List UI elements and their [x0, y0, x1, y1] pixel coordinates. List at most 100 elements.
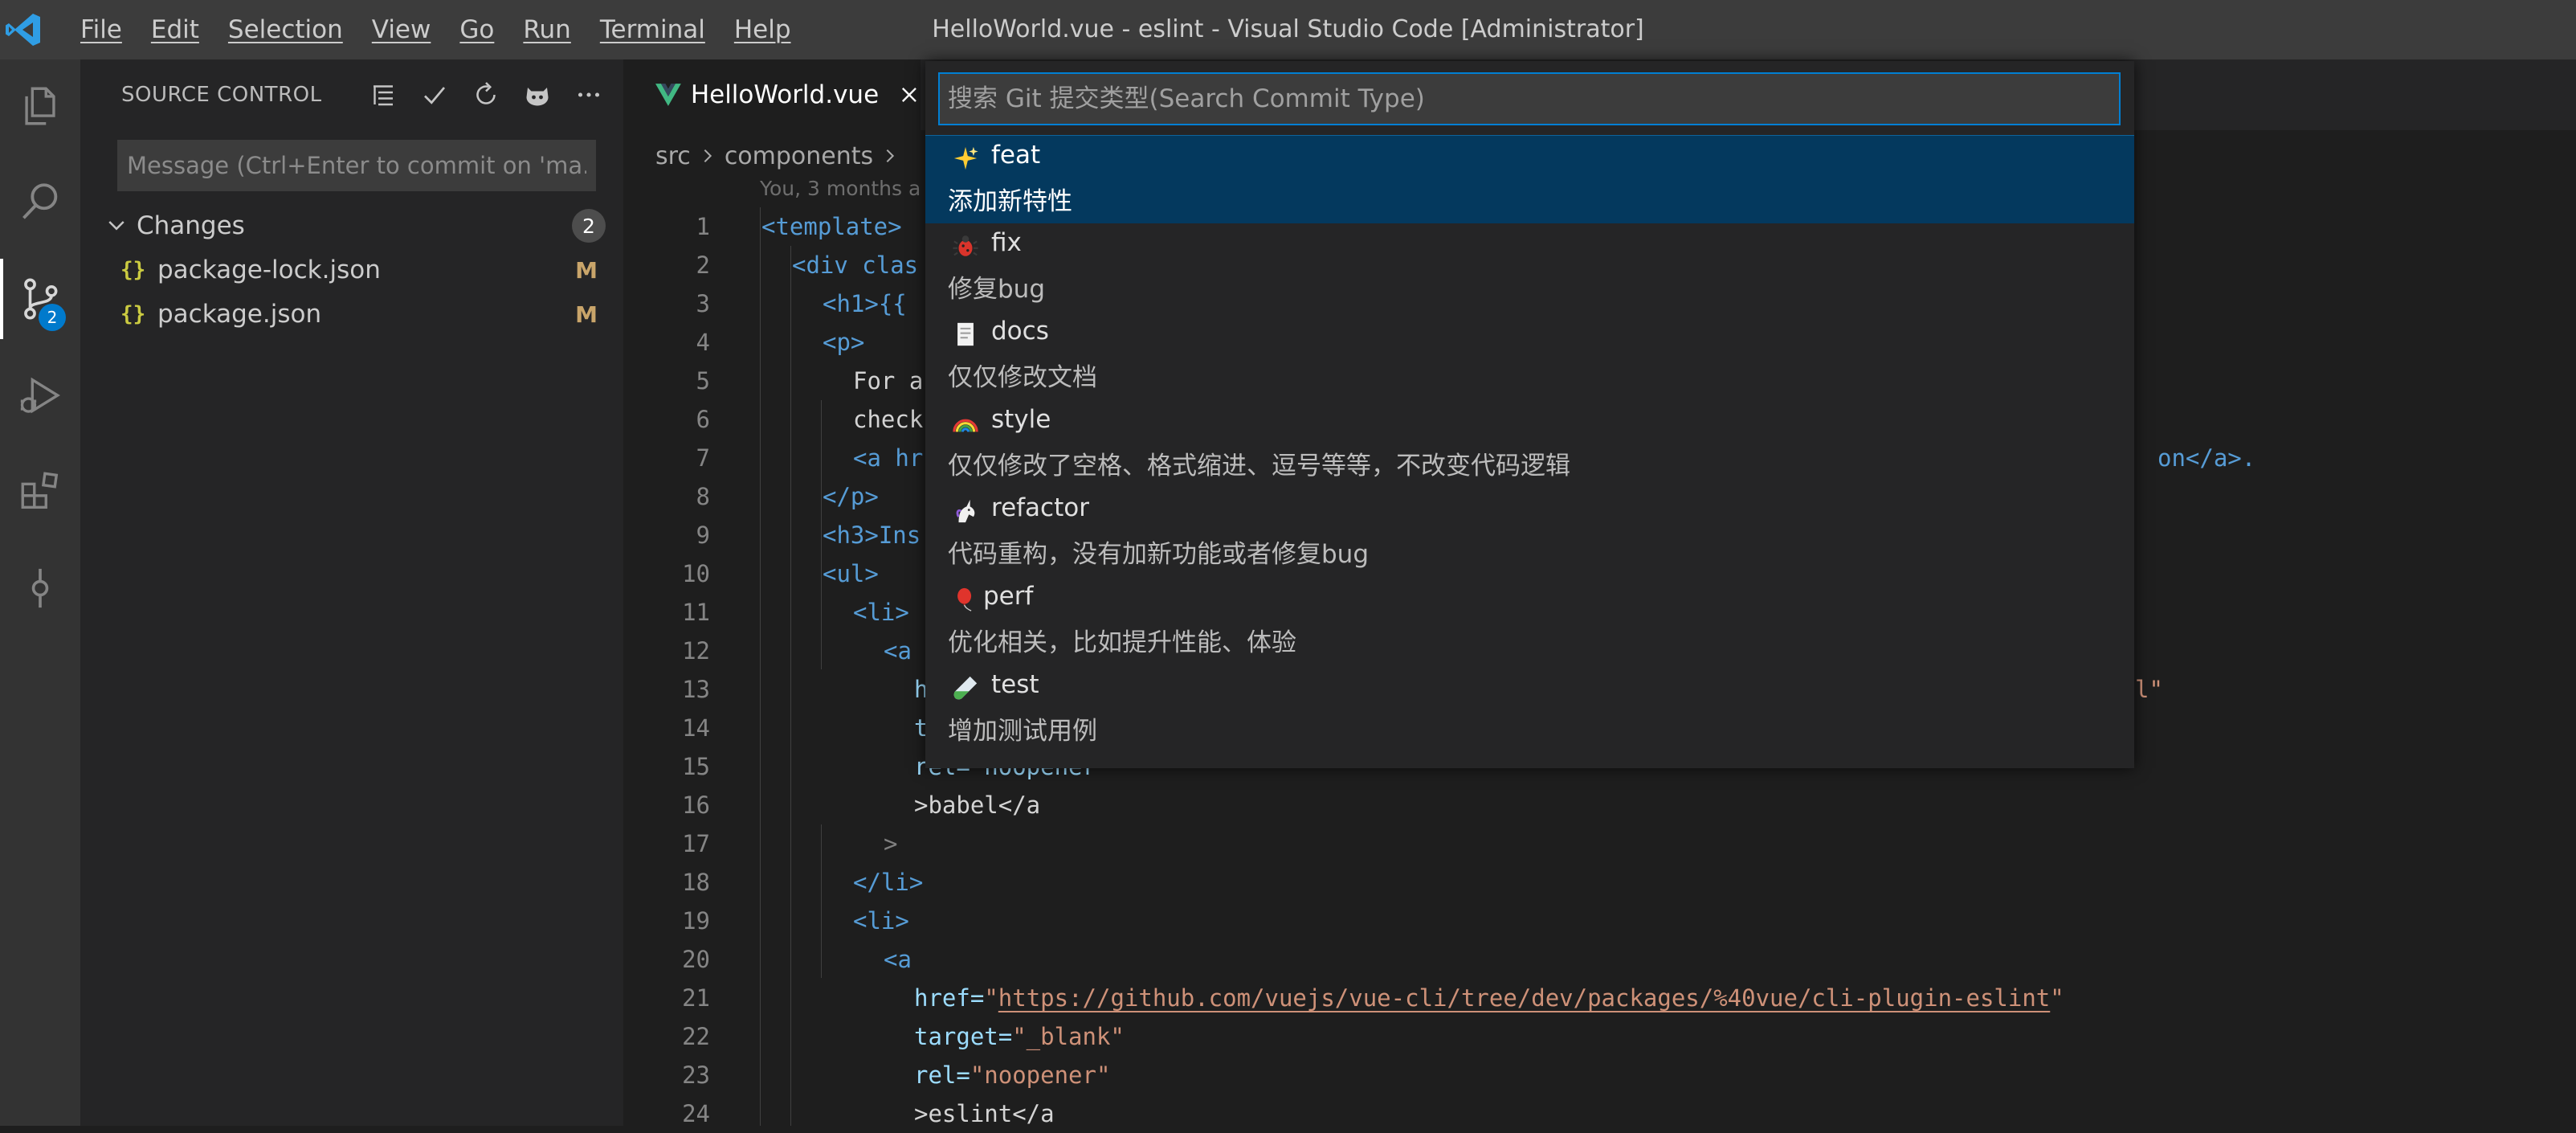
quick-pick-label: refactor	[991, 493, 1089, 522]
quick-pick-item-docs[interactable]: docs 仅仅修改文档	[925, 312, 2134, 400]
activity-source-control[interactable]: 2	[0, 259, 80, 339]
file-name: package.json	[157, 300, 322, 329]
quick-pick-label: test	[991, 670, 1039, 699]
sidebar: SOURCE CONTROL Message (Ctrl+Enter to co…	[80, 59, 623, 1126]
code-line: 22 target="_blank"	[682, 1023, 1125, 1050]
activity-timeline[interactable]	[0, 548, 80, 628]
activity-extensions[interactable]	[0, 452, 80, 532]
quick-pick-description: 代码重构，没有加新功能或者修复bug	[948, 540, 1370, 569]
quick-pick-item-perf[interactable]: perf 优化相关，比如提升性能、体验	[925, 577, 2134, 665]
menu-bar: File Edit Selection View Go Run Terminal…	[66, 0, 806, 59]
menu-run[interactable]: Run	[508, 0, 585, 59]
vue-icon	[655, 84, 681, 106]
changes-label: Changes	[137, 211, 245, 240]
vscode-logo-icon	[6, 14, 40, 46]
code-link[interactable]: https://github.com/vuejs/vue-cli/tree/de…	[998, 984, 2050, 1012]
view-as-tree-icon	[374, 85, 393, 106]
breadcrumb-item-components[interactable]: components	[725, 142, 873, 170]
quick-pick-label: feat	[991, 141, 1041, 170]
code-line: 24 >eslint</a	[682, 1100, 1055, 1127]
search-icon	[22, 183, 58, 219]
quick-pick-label: style	[991, 405, 1051, 434]
code-line: 21 href="https://github.com/vuejs/vue-cli…	[682, 984, 2064, 1012]
menu-help[interactable]: Help	[720, 0, 806, 59]
json-file-icon: {}	[120, 302, 146, 326]
menu-terminal[interactable]: Terminal	[586, 0, 720, 59]
activity-bar: 2	[0, 59, 80, 1126]
git-emoji-icon	[526, 88, 549, 106]
quick-pick-item-style[interactable]: style 仅仅修改了空格、格式缩进、逗号等等，不改变代码逻辑	[925, 400, 2134, 489]
quick-pick-description: 添加新特性	[948, 187, 1072, 216]
quick-pick-description: 优化相关，比如提升性能、体验	[948, 628, 1296, 657]
commit-type-quick-pick: feat 添加新特性 fix 修复bug docs 仅仅修改文档 style 仅…	[925, 61, 2134, 768]
file-status-badge: M	[575, 301, 598, 328]
chevron-down-icon	[108, 221, 125, 231]
code-line: 17 >	[682, 830, 898, 857]
extensions-icon	[21, 472, 59, 509]
code-line: 18 </li>	[682, 869, 924, 896]
quick-pick-item-test[interactable]: test 增加测试用例	[925, 665, 2134, 754]
quick-pick-item-refactor[interactable]: refactor 代码重构，没有加新功能或者修复bug	[925, 489, 2134, 577]
rainbow-icon	[951, 408, 980, 437]
git-commit-icon	[31, 568, 49, 608]
run-debug-icon	[20, 377, 60, 414]
file-name: package-lock.json	[157, 256, 381, 284]
code-line: 20 <a	[682, 946, 912, 973]
menu-file[interactable]: File	[66, 0, 137, 59]
commit-message-input[interactable]	[117, 140, 596, 191]
menu-selection[interactable]: Selection	[214, 0, 357, 59]
menu-view[interactable]: View	[357, 0, 446, 59]
close-icon[interactable]	[898, 84, 921, 106]
balloon-icon	[951, 585, 980, 614]
changes-group-header[interactable]: Changes 2	[80, 204, 623, 247]
more-actions-button[interactable]	[570, 76, 607, 113]
activity-search[interactable]	[0, 162, 80, 243]
tab-helloworld-vue[interactable]: HelloWorld.vue	[623, 59, 921, 130]
refresh-icon	[476, 82, 496, 104]
quick-pick-description: 增加测试用例	[948, 717, 1097, 746]
activity-run-debug[interactable]	[0, 355, 80, 436]
sidebar-header: SOURCE CONTROL	[80, 59, 623, 130]
quick-pick-label: docs	[991, 317, 1049, 346]
sidebar-actions	[365, 59, 607, 130]
git-emoji-button[interactable]	[519, 76, 556, 113]
title-bar: File Edit Selection View Go Run Terminal…	[0, 0, 2576, 59]
source-control-badge: 2	[39, 304, 66, 331]
code-line: 23 rel="noopener"	[682, 1061, 1111, 1089]
code-line: 19 <li>	[682, 907, 909, 935]
quick-pick-label: perf	[983, 582, 1034, 611]
commit-type-search-input[interactable]	[938, 72, 2121, 125]
unicorn-icon	[951, 497, 980, 526]
sidebar-title: SOURCE CONTROL	[121, 83, 322, 107]
activity-explorer[interactable]	[0, 66, 80, 146]
quick-pick-item-fix[interactable]: fix 修复bug	[925, 223, 2134, 312]
changed-file-row[interactable]: {} package.json M	[80, 292, 623, 336]
quick-pick-label: fix	[991, 228, 1022, 257]
memo-icon	[951, 320, 980, 349]
quick-pick-description: 修复bug	[948, 275, 1046, 304]
quick-pick-item-feat[interactable]: feat 添加新特性	[925, 135, 2134, 223]
refresh-button[interactable]	[467, 76, 504, 113]
commit-button[interactable]	[416, 76, 453, 113]
menu-go[interactable]: Go	[445, 0, 508, 59]
quick-pick-description: 仅仅修改文档	[948, 363, 1097, 392]
menu-edit[interactable]: Edit	[137, 0, 214, 59]
chevron-right-icon	[886, 149, 895, 163]
test-tube-icon	[951, 673, 980, 702]
chevron-right-icon	[704, 149, 712, 163]
changes-count-badge: 2	[572, 209, 606, 243]
quick-pick-description: 仅仅修改了空格、格式缩进、逗号等等，不改变代码逻辑	[948, 452, 1570, 481]
more-actions-icon	[578, 92, 600, 97]
json-file-icon: {}	[120, 258, 146, 282]
sparkles-icon	[951, 144, 980, 173]
view-as-tree-button[interactable]	[365, 76, 402, 113]
bug-icon	[951, 231, 980, 260]
tab-label: HelloWorld.vue	[690, 80, 880, 109]
changed-file-row[interactable]: {} package-lock.json M	[80, 248, 623, 292]
git-blame-annotation: You, 3 months a	[760, 177, 921, 200]
breadcrumb: src components	[655, 137, 907, 175]
file-status-badge: M	[575, 256, 598, 284]
code-line: 16 >babel</a	[682, 791, 1041, 819]
breadcrumb-item-src[interactable]: src	[655, 142, 691, 170]
commit-check-icon	[424, 87, 446, 104]
